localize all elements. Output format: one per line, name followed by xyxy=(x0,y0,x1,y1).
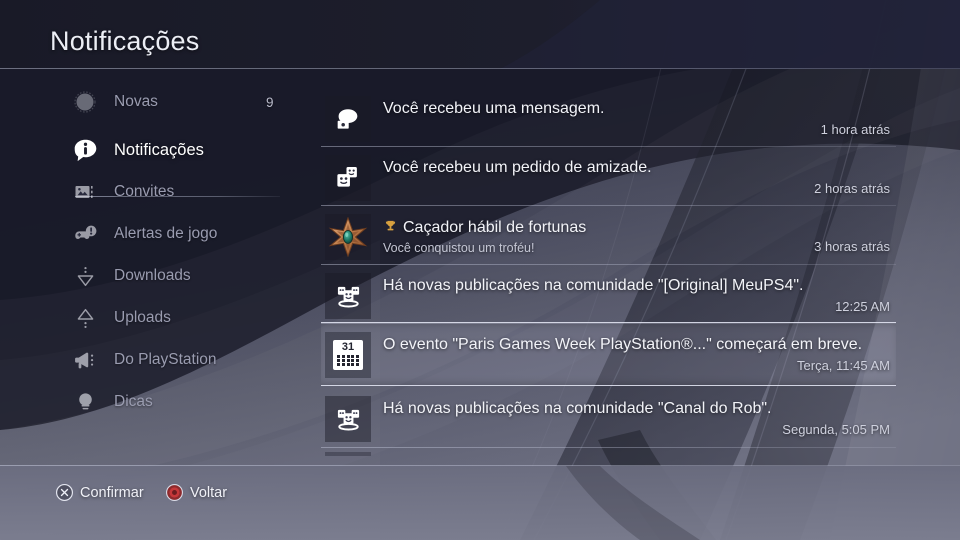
sidebar-item-do-playstation[interactable]: Do PlayStation xyxy=(70,343,310,377)
notification-time: Segunda, 5:05 PM xyxy=(782,422,890,437)
footer-hint-label: Voltar xyxy=(190,484,228,501)
notification-time: 3 horas atrás xyxy=(814,239,890,254)
notification-title-text: Caçador hábil de fortunas xyxy=(403,219,587,236)
trophy-badge-icon xyxy=(325,214,371,260)
footer-hints: Confirmar Voltar xyxy=(0,465,960,540)
sidebar-item-downloads[interactable]: Downloads xyxy=(70,259,310,293)
sidebar-item-label: Alertas de jogo xyxy=(114,225,218,242)
lightbulb-icon xyxy=(70,387,100,417)
sidebar-item-label: Novas xyxy=(114,93,158,110)
cross-button-icon xyxy=(55,483,74,502)
megaphone-icon xyxy=(70,345,100,375)
message-bubble-icon xyxy=(325,96,371,142)
notification-time: 2 horas atrás xyxy=(814,181,890,196)
controller-alert-icon xyxy=(70,219,100,249)
sidebar-item-alertas-de-jogo[interactable]: Alertas de jogo xyxy=(70,217,310,251)
sidebar-item-label: Uploads xyxy=(114,309,171,326)
sidebar-item-label: Downloads xyxy=(114,267,191,284)
sidebar-item-convites[interactable]: Convites xyxy=(70,175,310,209)
sidebar-item-notifica-es[interactable]: Notificações xyxy=(70,133,310,167)
page-header: Notificações xyxy=(0,0,960,69)
notification-row[interactable]: Há novas publicações na comunidade "Cana… xyxy=(321,388,896,448)
download-arrow-icon xyxy=(70,261,100,291)
footer-hint-label: Confirmar xyxy=(80,484,144,501)
notification-list[interactable]: Você recebeu uma mensagem. 1 hora atrás Vo… xyxy=(321,88,896,456)
notification-title: Há novas publicações na comunidade "Cana… xyxy=(383,400,772,417)
notification-time: Terça, 11:45 AM xyxy=(797,358,890,373)
sidebar-item-label: Do PlayStation xyxy=(114,351,217,368)
friend-request-icon xyxy=(325,155,371,201)
ticket-icon xyxy=(70,177,100,207)
page-title: Notificações xyxy=(50,26,200,56)
footer-hint-voltar[interactable]: Voltar xyxy=(165,483,227,502)
notification-time: 12:25 AM xyxy=(835,299,890,314)
notification-row[interactable]: Há novas publicações na comunidade "[Ori… xyxy=(321,265,896,324)
info-bubble-icon xyxy=(70,135,100,165)
notification-row-partial[interactable] xyxy=(321,448,896,456)
sidebar-item-label: Dicas xyxy=(114,393,153,410)
sidebar-item-label: Notificações xyxy=(114,140,204,159)
selection-highlight xyxy=(321,322,896,386)
notification-title: Você recebeu uma mensagem. xyxy=(383,100,605,117)
sidebar-item-label: Convites xyxy=(114,183,175,200)
notification-subtitle: Você conquistou um troféu! xyxy=(383,241,535,255)
sidebar-item-uploads[interactable]: Uploads xyxy=(70,301,310,335)
sidebar-item-novas[interactable]: Novas 9 xyxy=(70,85,310,119)
circle-button-icon xyxy=(165,483,184,502)
notification-title: Há novas publicações na comunidade "[Ori… xyxy=(383,277,804,294)
notification-row[interactable]: Caçador hábil de fortunas Você conquistou… xyxy=(321,206,896,265)
footer-divider xyxy=(0,465,960,466)
notification-title: O evento "Paris Games Week PlayStation®.… xyxy=(383,336,863,353)
sidebar-item-dicas[interactable]: Dicas xyxy=(70,385,310,419)
partial-row-icon xyxy=(325,452,371,456)
new-dot-icon xyxy=(70,87,100,117)
calendar-icon: 31 xyxy=(325,332,371,378)
notification-row[interactable]: 31 O evento "Paris Games Week PlayStation… xyxy=(321,322,896,386)
notification-row[interactable]: Você recebeu um pedido de amizade. 2 hora… xyxy=(321,147,896,206)
notification-title: Você recebeu um pedido de amizade. xyxy=(383,159,652,176)
sidebar: Novas 9 Notificações Convites Alertas de jog… xyxy=(0,69,310,465)
upload-arrow-icon xyxy=(70,303,100,333)
community-icon xyxy=(325,396,371,442)
notification-row[interactable]: Você recebeu uma mensagem. 1 hora atrás xyxy=(321,88,896,147)
trophy-cup-icon xyxy=(383,219,398,239)
notification-time: 1 hora atrás xyxy=(820,122,890,137)
community-icon xyxy=(325,273,371,319)
notification-title: Caçador hábil de fortunas xyxy=(383,219,586,239)
footer-hint-confirmar[interactable]: Confirmar xyxy=(55,483,144,502)
